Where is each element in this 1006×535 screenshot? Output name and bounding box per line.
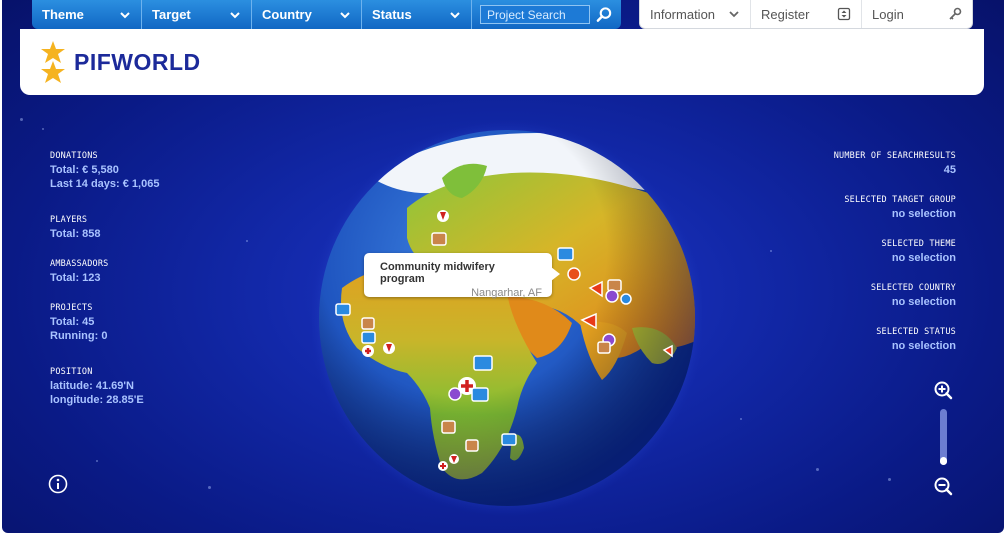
logo-star-icon	[41, 41, 65, 83]
project-marker[interactable]	[501, 433, 517, 446]
nav-status-label: Status	[372, 7, 412, 22]
theme-label: SELECTED THEME	[881, 239, 956, 249]
nav-country-label: Country	[262, 7, 312, 22]
background-star	[770, 250, 772, 252]
position-longitude: longitude: 28.85'E	[50, 394, 144, 406]
pifworld-logo[interactable]: PIFWORLD	[40, 41, 201, 83]
players-label: PLAYERS	[50, 215, 88, 225]
donations-label: DONATIONS	[50, 151, 98, 161]
project-marker[interactable]	[361, 317, 375, 330]
project-marker[interactable]	[431, 232, 447, 246]
donations-last14: Last 14 days: € 1,065	[50, 178, 160, 190]
position-latitude: latitude: 41.69'N	[50, 380, 134, 392]
target-group-value: no selection	[891, 208, 956, 220]
key-icon	[949, 7, 962, 20]
nav-target-dropdown[interactable]: Target	[142, 0, 252, 29]
register-link[interactable]: Register	[751, 0, 862, 28]
nav-country-dropdown[interactable]: Country	[252, 0, 362, 29]
background-star	[740, 418, 742, 420]
target-group-block: SELECTED TARGET GROUP no selection	[844, 195, 956, 221]
zoom-out-icon[interactable]	[933, 476, 953, 496]
search-icon[interactable]	[596, 6, 613, 24]
target-group-label: SELECTED TARGET GROUP	[844, 195, 956, 205]
background-star	[246, 240, 248, 242]
nav-target-label: Target	[152, 7, 191, 22]
project-marker[interactable]	[605, 289, 619, 303]
project-search-input[interactable]	[480, 5, 590, 24]
searchresults-block: NUMBER OF SEARCHRESULTS 45	[834, 151, 956, 177]
chevron-down-icon	[340, 11, 350, 18]
nav-status-dropdown[interactable]: Status	[362, 0, 472, 29]
country-block: SELECTED COUNTRY no selection	[871, 283, 956, 309]
position-block: POSITION latitude: 41.69'N longitude: 28…	[50, 367, 144, 407]
project-marker[interactable]	[597, 341, 611, 354]
players-block: PLAYERS Total: 858	[50, 215, 101, 241]
zoom-slider-level	[940, 457, 947, 465]
project-marker[interactable]	[471, 387, 489, 402]
country-label: SELECTED COUNTRY	[870, 283, 956, 293]
ambassadors-block: AMBASSADORS Total: 123	[50, 259, 109, 285]
projects-block: PROJECTS Total: 45 Running: 0	[50, 303, 107, 343]
project-marker[interactable]	[620, 293, 632, 305]
site-header: PIFWORLD	[20, 29, 984, 95]
zoom-in-icon[interactable]	[933, 380, 953, 400]
project-marker[interactable]	[465, 439, 479, 452]
login-label: Login	[872, 6, 904, 22]
information-menu[interactable]: Information	[640, 0, 751, 28]
nav-theme-label: Theme	[42, 7, 84, 22]
zoom-slider[interactable]	[940, 409, 947, 465]
information-label: Information	[650, 6, 716, 22]
filter-nav: Theme Target Country Status	[32, 0, 621, 29]
players-total: Total: 858	[50, 228, 101, 240]
status-label: SELECTED STATUS	[876, 327, 956, 337]
project-marker[interactable]	[557, 247, 574, 261]
theme-block: SELECTED THEME no selection	[882, 239, 956, 265]
project-search	[472, 0, 621, 29]
background-star	[888, 478, 891, 481]
background-star	[208, 486, 211, 489]
donations-block: DONATIONS Total: € 5,580 Last 14 days: €…	[50, 151, 159, 191]
brand-name: PIFWORLD	[74, 48, 201, 75]
projects-label: PROJECTS	[50, 303, 93, 313]
background-star	[20, 118, 23, 121]
register-label: Register	[761, 6, 810, 22]
project-marker[interactable]	[473, 355, 493, 371]
tooltip-location: Nangarhar, AF	[471, 287, 542, 299]
project-marker[interactable]	[361, 331, 376, 344]
status-value: no selection	[891, 340, 956, 352]
project-marker[interactable]	[441, 420, 456, 434]
login-link[interactable]: Login	[862, 0, 972, 28]
searchresults-label: NUMBER OF SEARCHRESULTS	[833, 151, 956, 161]
background-star	[96, 460, 98, 462]
projects-total: Total: 45	[50, 316, 95, 328]
chevron-down-icon	[230, 11, 240, 18]
background-star	[42, 128, 44, 130]
chevron-down-icon	[450, 11, 460, 18]
position-label: POSITION	[50, 367, 93, 377]
project-marker[interactable]	[335, 303, 351, 316]
projects-running: Running: 0	[50, 330, 108, 342]
ambassadors-total: Total: 123	[50, 272, 101, 284]
background-star	[816, 468, 819, 471]
ambassadors-label: AMBASSADORS	[50, 259, 109, 269]
tooltip-title: Community midwifery program	[380, 261, 495, 285]
register-icon	[837, 7, 851, 21]
chevron-down-icon	[120, 11, 130, 18]
country-value: no selection	[891, 296, 956, 308]
searchresults-count: 45	[943, 164, 956, 176]
chevron-down-icon	[729, 11, 739, 18]
earth-globe[interactable]	[312, 118, 702, 518]
project-marker[interactable]	[448, 387, 462, 401]
project-marker[interactable]	[567, 267, 581, 281]
donations-total: Total: € 5,580	[50, 164, 119, 176]
status-block: SELECTED STATUS no selection	[876, 327, 956, 353]
nav-theme-dropdown[interactable]: Theme	[32, 0, 142, 29]
user-nav: Information Register Login	[639, 0, 973, 29]
project-marker[interactable]	[607, 279, 622, 292]
theme-value: no selection	[891, 252, 956, 264]
project-tooltip[interactable]: Community midwifery program Nangarhar, A…	[364, 253, 560, 299]
info-icon[interactable]	[48, 474, 68, 494]
